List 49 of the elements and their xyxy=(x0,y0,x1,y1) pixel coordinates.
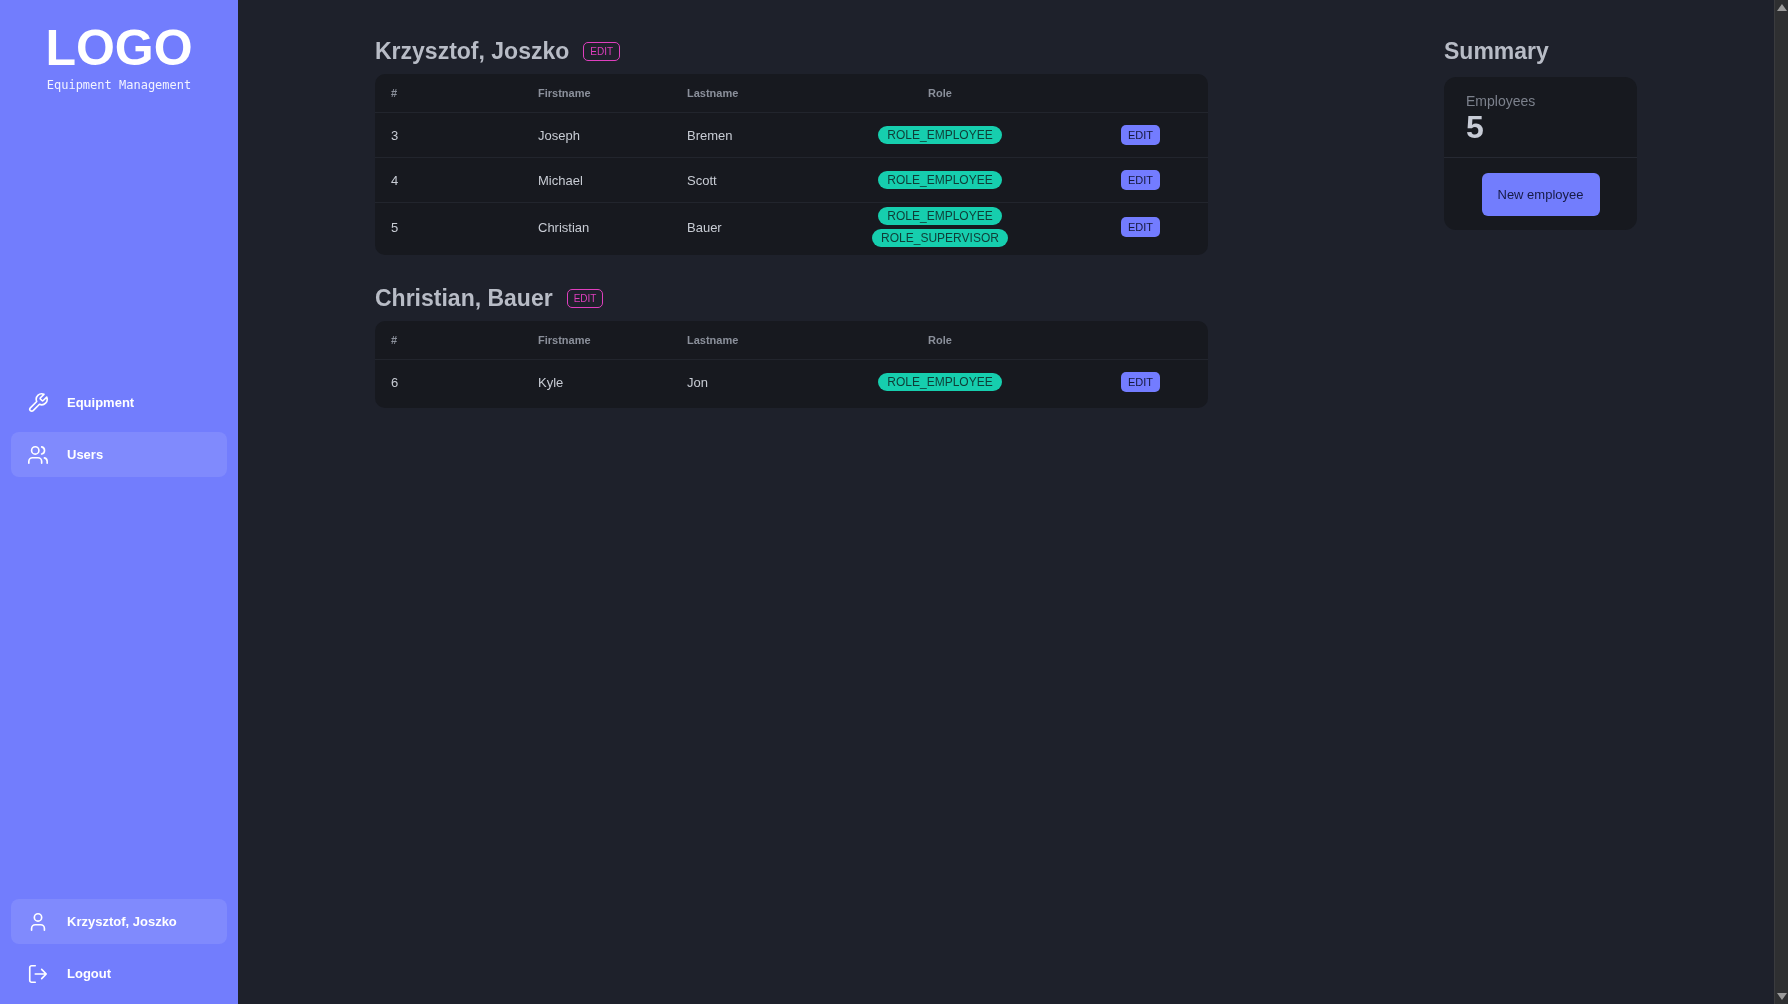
table-cell-text: Bremen xyxy=(687,127,734,143)
table-cell-text: 6 xyxy=(390,374,400,390)
column-header: # xyxy=(390,87,399,99)
column-header: Lastname xyxy=(687,87,740,99)
stat-value: 5 xyxy=(1466,109,1485,145)
edit-button[interactable]: EDIT xyxy=(1121,372,1161,392)
stat-label: Employees xyxy=(1466,93,1537,109)
edit-button[interactable]: EDIT xyxy=(1121,170,1161,190)
role-badge: ROLE_EMPLOYEE xyxy=(878,171,1002,189)
table-cell-text: 4 xyxy=(390,172,400,188)
scroll-down-icon[interactable] xyxy=(1776,993,1787,1000)
table-cell-text: Michael xyxy=(538,172,584,188)
edit-button[interactable]: EDIT xyxy=(1121,125,1161,145)
scroll-up-icon[interactable] xyxy=(1776,4,1787,11)
scrollbar[interactable] xyxy=(1774,0,1788,1004)
column-header: Role xyxy=(927,334,953,346)
column-header: Firstname xyxy=(538,87,592,99)
table-cell-text: Kyle xyxy=(538,374,565,390)
edit-group-button[interactable]: EDIT xyxy=(566,289,604,308)
wrench-icon xyxy=(27,391,49,414)
column-header: Firstname xyxy=(538,334,592,346)
group-title: Christian, Bauer xyxy=(375,285,553,312)
edit-group-button[interactable]: EDIT xyxy=(583,42,621,61)
edit-button[interactable]: EDIT xyxy=(1121,217,1161,237)
table-cell-text: Jon xyxy=(687,374,709,390)
nav-item[interactable]: Equipment xyxy=(11,380,227,425)
app-subtitle: Equipment Management xyxy=(46,78,192,92)
table-cell-text: Joseph xyxy=(538,127,581,143)
role-badge: ROLE_EMPLOYEE xyxy=(878,373,1002,391)
new-employee-button[interactable]: New employee xyxy=(1481,173,1600,216)
users-icon xyxy=(27,443,49,466)
summary-title: Summary xyxy=(1444,38,1550,65)
account-item[interactable]: Krzysztof, Joszko xyxy=(11,899,227,944)
column-header: # xyxy=(390,334,399,346)
role-badge: ROLE_EMPLOYEE xyxy=(878,207,1002,225)
logout-icon xyxy=(27,962,49,985)
table-cell-text: 3 xyxy=(390,127,400,143)
logout-button[interactable]: Logout xyxy=(11,951,227,996)
logo: LOGO xyxy=(45,20,193,76)
role-badge: ROLE_SUPERVISOR xyxy=(872,229,1008,247)
table-cell-text: Scott xyxy=(687,172,718,188)
column-header: Lastname xyxy=(687,334,740,346)
nav-item[interactable]: Users xyxy=(11,432,227,477)
role-badge: ROLE_EMPLOYEE xyxy=(878,126,1002,144)
table-cell-text: Bauer xyxy=(687,219,723,235)
column-header: Role xyxy=(927,87,953,99)
table-cell-text: Christian xyxy=(538,219,591,235)
table-cell-text: 5 xyxy=(390,219,400,235)
group-title: Krzysztof, Joszko xyxy=(375,38,570,65)
